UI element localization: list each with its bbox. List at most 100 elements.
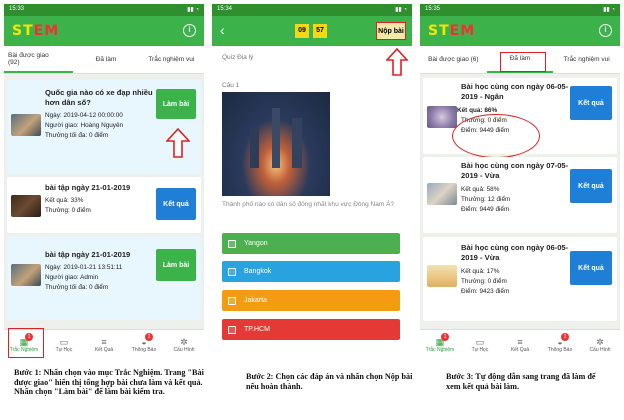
result-card: Bài học cùng con ngày 06-05-2019 - Vừa K…: [423, 237, 617, 321]
gear-icon: ✲: [180, 336, 188, 347]
image-building: [272, 108, 280, 168]
tab-fun-quiz[interactable]: Trắc nghiệm vui: [139, 46, 204, 73]
question-image: [222, 92, 330, 196]
card-title: Quốc gia nào có xe đạp nhiều hơn dân số?: [45, 88, 153, 107]
card-reward: Thưởng: 0 điểm: [45, 207, 91, 214]
card-thumbnail: [427, 106, 457, 128]
do-quiz-button[interactable]: Làm bài: [156, 249, 196, 281]
highlight-box: [500, 52, 546, 72]
nav-badge: 1: [145, 333, 153, 341]
bottom-nav: ▦ Trắc Nghiệm 1 ▭ Tự Học ≡ Kết Quả ◒ Thông Bá…: [420, 329, 620, 359]
quiz-subject: Quiz Địa lý: [222, 54, 254, 61]
card-assigner: Người giao: Admin: [45, 274, 99, 281]
result-button[interactable]: Kết quả: [570, 169, 612, 203]
nav-label: Thông Báo: [547, 346, 573, 353]
card-date: Ngày: 2019-01-21 13:51:11: [45, 264, 123, 271]
card-thumbnail: [427, 265, 457, 287]
checkbox-icon: [228, 239, 236, 248]
answer-text: Jakarta: [244, 297, 267, 304]
card-reward: Thưởng tối đa: 0 điểm: [45, 132, 109, 139]
caption-step-3: Bước 3: Tự động dẫn sang trang đã làm để…: [446, 372, 596, 391]
tab-fun-quiz[interactable]: Trắc nghiệm vui: [553, 46, 620, 73]
result-button[interactable]: Kết quả: [570, 86, 612, 120]
status-time: 15:34: [217, 6, 233, 12]
nav-selfstudy[interactable]: ▭ Tự Học: [460, 330, 500, 359]
screen-quiz: 15:34 ▮▮ ◔ ‹ 09 57 Nộp bài Quiz Địa lý Câ…: [212, 4, 412, 359]
highlight-box: [8, 328, 44, 358]
nav-results[interactable]: ≡ Kết Quả: [84, 330, 124, 359]
nav-label: Thông Báo: [131, 346, 157, 353]
answer-option[interactable]: Yangon: [222, 233, 400, 254]
timer-minutes: 09: [295, 24, 309, 38]
checkbox-icon: [228, 325, 236, 334]
card-title: bài tập ngày 21-01-2019: [45, 183, 131, 192]
result-card: Bài học cùng con ngày 07-05-2019 - Vừa K…: [423, 157, 617, 233]
do-quiz-button[interactable]: Làm bài: [156, 89, 196, 119]
card-thumbnail: [427, 183, 457, 205]
nav-notifications[interactable]: ◒ Thông Báo 1: [124, 330, 164, 359]
answer-option[interactable]: Bangkok: [222, 261, 400, 282]
screen-assigned: 15:33 ▮▮ ◔ STEM i Bài được giao (92) Đã l…: [4, 4, 204, 359]
nav-settings[interactable]: ✲ Cấu Hình: [164, 330, 204, 359]
gear-icon: ✲: [596, 336, 604, 347]
nav-label: Kết Quả: [510, 346, 530, 353]
up-arrow-icon: [386, 48, 408, 76]
tab-done[interactable]: Đã làm: [73, 46, 138, 73]
checkbox-icon: [228, 267, 236, 276]
answer-text: TP.HCM: [244, 326, 270, 333]
card-reward: Thưởng: 12 điểm: [461, 196, 511, 203]
nav-label: Cấu Hình: [173, 346, 195, 353]
card-result: Kết quả: 33%: [45, 197, 84, 204]
results-icon: ≡: [101, 336, 107, 347]
question-text: Thành phố nào có dân số đông nhất khu vự…: [222, 201, 395, 208]
card-title: Bài học cùng con ngày 07-05-2019 - Vừa: [461, 161, 569, 180]
nav-label: Tự Học: [471, 346, 489, 353]
nav-quiz[interactable]: ▦ Trắc Nghiệm 1: [420, 330, 460, 359]
answer-text: Bangkok: [244, 268, 272, 275]
info-icon[interactable]: i: [183, 24, 196, 37]
app-logo: STEM: [428, 23, 476, 39]
card-assigner: Người giao: Hoàng Nguyên: [45, 122, 124, 129]
card-reward: Thưởng tối đa: 0 điểm: [45, 284, 109, 291]
status-icons: ▮▮ ◔: [187, 7, 199, 13]
status-bar: 15:33 ▮▮ ◔: [4, 4, 204, 16]
card-thumbnail: [11, 195, 41, 217]
nav-notifications[interactable]: ◒ Thông Báo 1: [540, 330, 580, 359]
nav-label: Trắc Nghiệm: [425, 346, 455, 353]
question-number: Câu 1: [222, 82, 240, 89]
answer-option[interactable]: TP.HCM: [222, 319, 400, 340]
back-arrow-icon[interactable]: ‹: [220, 22, 225, 38]
card-title: Bài học cùng con ngày 06-05-2019 - Vừa: [461, 243, 569, 262]
nav-label: Cấu Hình: [589, 346, 611, 353]
status-icons: ▮▮ ◔: [395, 7, 407, 13]
card-result: Kết quả: 58%: [461, 186, 500, 193]
result-button[interactable]: Kết quả: [156, 188, 196, 220]
nav-label: Tự Học: [55, 346, 73, 353]
app-logo: STEM: [12, 23, 60, 39]
card-title: bài tập ngày 21-01-2019: [45, 250, 131, 259]
answer-option[interactable]: Jakarta: [222, 290, 400, 311]
card-date: Ngày: 2019-04-12 00:00:00: [45, 112, 123, 119]
tab-assigned[interactable]: Bài được giao (6): [420, 46, 487, 73]
result-button[interactable]: Kết quả: [570, 251, 612, 285]
nav-selfstudy[interactable]: ▭ Tự Học: [44, 330, 84, 359]
nav-results[interactable]: ≡ Kết Quả: [500, 330, 540, 359]
card-title: Bài học cùng con ngày 06-05-2019 - Ngân: [461, 82, 569, 101]
results-icon: ≡: [517, 336, 523, 347]
submit-button[interactable]: Nộp bài: [376, 22, 406, 40]
highlight-ellipse: [452, 114, 540, 158]
card-thumbnail: [11, 264, 41, 286]
card-result: Kết quả: 86%: [457, 107, 498, 114]
caption-step-1: Bước 1: Nhấn chọn vào mục Trắc Nghiệm. T…: [14, 368, 204, 397]
timer-seconds: 57: [313, 24, 327, 38]
caption-step-2: Bước 2: Chọn các đáp án và nhấn chọn Nộp…: [246, 372, 413, 391]
info-icon[interactable]: i: [599, 24, 612, 37]
card-thumbnail: [11, 114, 41, 136]
quiz-header: ‹ 09 57 Nộp bài: [212, 16, 412, 46]
status-icons: ▮▮ ◔: [603, 7, 615, 13]
nav-settings[interactable]: ✲ Cấu Hình: [580, 330, 620, 359]
image-building: [250, 128, 259, 168]
card-score: Điểm: 9449 điểm: [461, 206, 510, 213]
status-time: 15:35: [425, 6, 441, 12]
